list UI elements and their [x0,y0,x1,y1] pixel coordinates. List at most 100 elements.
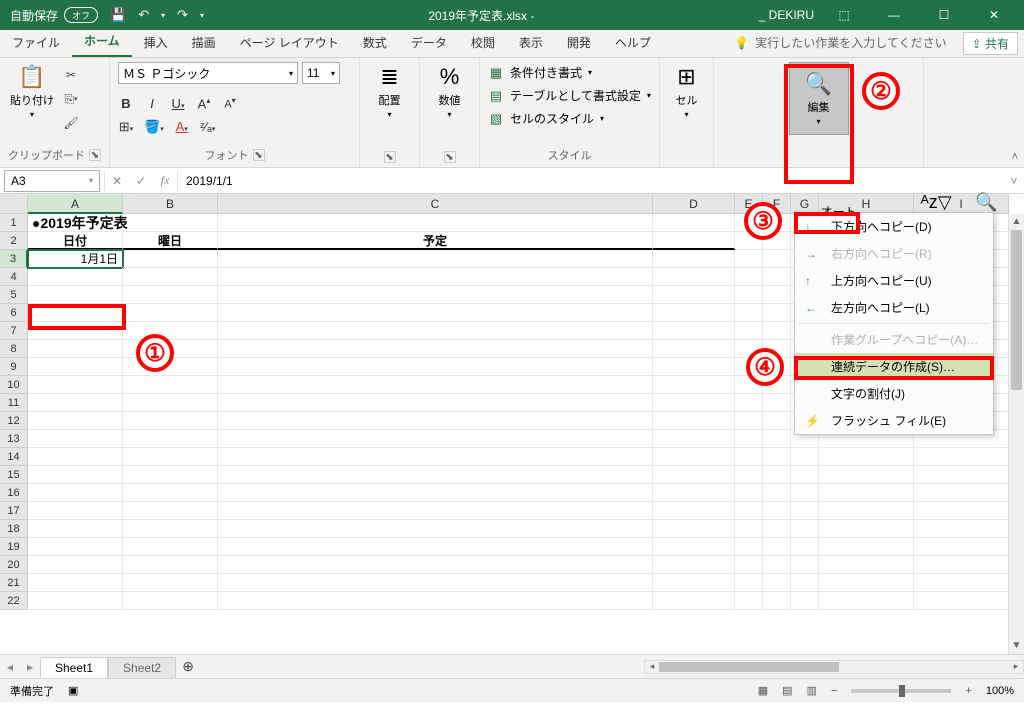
cell-C8[interactable] [218,340,653,358]
format-painter-icon[interactable]: 🖌 [62,114,80,132]
row-header-10[interactable]: 10 [0,376,28,394]
vertical-scrollbar[interactable]: ▲ ▼ [1008,214,1024,654]
cell-C14[interactable] [218,448,653,466]
cell-F16[interactable] [763,484,791,502]
cell-H21[interactable] [819,574,914,592]
cell-B3[interactable] [123,250,218,268]
cell-D5[interactable] [653,286,735,304]
tell-me-search[interactable]: 💡 実行したい作業を入力してください [724,28,956,57]
font-launcher-icon[interactable]: ⬊ [253,149,265,161]
row-header-5[interactable]: 5 [0,286,28,304]
cell-G19[interactable] [791,538,819,556]
cell-D16[interactable] [653,484,735,502]
cell-C9[interactable] [218,358,653,376]
cell-E18[interactable] [735,520,763,538]
normal-view-icon[interactable]: ▦ [758,684,768,697]
editing-button[interactable]: 🔍 編集 ▾ [789,62,849,135]
cell-H17[interactable] [819,502,914,520]
hscroll-right-icon[interactable]: ▸ [1009,661,1023,672]
underline-button[interactable]: U▾ [170,96,186,111]
fill-up-item[interactable]: ↑上方向へコピー(U) [795,267,993,294]
cell-E20[interactable] [735,556,763,574]
phonetic-button[interactable]: ᶻ⁄ₐ▾ [200,119,216,135]
cell-A11[interactable] [28,394,123,412]
cell-C22[interactable] [218,592,653,610]
cell-A7[interactable] [28,322,123,340]
row-header-21[interactable]: 21 [0,574,28,592]
col-header-E[interactable]: E [735,194,763,214]
cell-I14[interactable] [914,448,1009,466]
cell-F8[interactable] [763,340,791,358]
cell-G15[interactable] [791,466,819,484]
tab-help[interactable]: ヘルプ [603,28,663,57]
bold-button[interactable]: B [118,96,134,111]
cancel-formula-icon[interactable]: ✕ [105,174,129,188]
alignment-launcher-icon[interactable]: ⬊ [384,151,396,163]
scroll-down-icon[interactable]: ▼ [1009,638,1024,654]
cell-C12[interactable] [218,412,653,430]
cell-E14[interactable] [735,448,763,466]
cells-button[interactable]: ⊞ セル ▾ [674,62,700,121]
cell-A3[interactable]: 1月1日 [28,250,123,268]
cell-A1[interactable]: ●2019年予定表 [28,214,123,232]
share-button[interactable]: ⇪ 共有 [963,32,1018,55]
cell-E13[interactable] [735,430,763,448]
minimize-icon[interactable]: — [874,0,914,30]
cell-C18[interactable] [218,520,653,538]
undo-icon[interactable]: ↶ [138,7,149,23]
cell-G17[interactable] [791,502,819,520]
row-header-17[interactable]: 17 [0,502,28,520]
cell-G20[interactable] [791,556,819,574]
alignment-button[interactable]: ≣ 配置 ▾ [377,62,403,121]
cell-B12[interactable] [123,412,218,430]
cell-B9[interactable] [123,358,218,376]
cell-styles-button[interactable]: ▧セルのスタイル▾ [488,110,604,127]
cell-F21[interactable] [763,574,791,592]
cell-C3[interactable] [218,250,653,268]
cell-A17[interactable] [28,502,123,520]
cell-A2[interactable]: 日付 [28,232,123,250]
cell-C15[interactable] [218,466,653,484]
cell-I17[interactable] [914,502,1009,520]
cell-C11[interactable] [218,394,653,412]
fill-justify-item[interactable]: 文字の割付(J) [795,380,993,407]
col-header-B[interactable]: B [123,194,218,214]
cell-D19[interactable] [653,538,735,556]
cell-F19[interactable] [763,538,791,556]
fill-left-item[interactable]: ←左方向へコピー(L) [795,294,993,321]
row-header-6[interactable]: 6 [0,304,28,322]
cell-C16[interactable] [218,484,653,502]
maximize-icon[interactable]: ☐ [924,0,964,30]
italic-button[interactable]: I [144,96,160,111]
cell-H16[interactable] [819,484,914,502]
cell-F12[interactable] [763,412,791,430]
autosave-toggle[interactable]: 自動保存 オフ [10,7,98,24]
tab-data[interactable]: データ [399,28,459,57]
cell-F20[interactable] [763,556,791,574]
cell-C1[interactable] [218,214,653,232]
cell-A15[interactable] [28,466,123,484]
cell-I19[interactable] [914,538,1009,556]
cell-G18[interactable] [791,520,819,538]
cell-G16[interactable] [791,484,819,502]
row-header-7[interactable]: 7 [0,322,28,340]
border-button[interactable]: ⊞▾ [118,119,134,135]
cell-G22[interactable] [791,592,819,610]
cell-I22[interactable] [914,592,1009,610]
cell-B2[interactable]: 曜日 [123,232,218,250]
cell-B1[interactable] [123,214,218,232]
cell-F14[interactable] [763,448,791,466]
cell-E21[interactable] [735,574,763,592]
fill-series-item[interactable]: 連続データの作成(S)… [795,353,993,380]
row-header-22[interactable]: 22 [0,592,28,610]
row-header-14[interactable]: 14 [0,448,28,466]
cell-C4[interactable] [218,268,653,286]
number-launcher-icon[interactable]: ⬊ [444,151,456,163]
row-header-11[interactable]: 11 [0,394,28,412]
cell-B8[interactable] [123,340,218,358]
cell-F15[interactable] [763,466,791,484]
save-icon[interactable]: 💾 [110,7,126,23]
col-header-C[interactable]: C [218,194,653,214]
cell-B11[interactable] [123,394,218,412]
cell-D10[interactable] [653,376,735,394]
